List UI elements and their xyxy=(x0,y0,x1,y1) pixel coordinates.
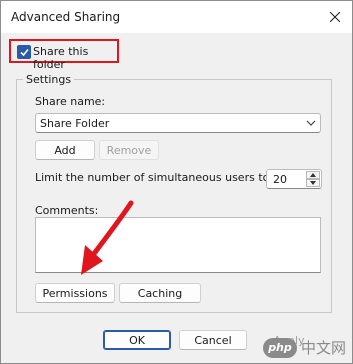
share-folder-checkbox[interactable] xyxy=(17,45,31,59)
share-name-select[interactable]: Share Folder xyxy=(35,113,321,133)
watermark-badge: php xyxy=(262,337,297,358)
spin-up-button[interactable] xyxy=(306,171,320,179)
checkmark-icon xyxy=(19,48,29,56)
watermark-text: 中文网 xyxy=(300,339,346,357)
title-bar: Advanced Sharing xyxy=(1,1,352,33)
limit-users-stepper[interactable]: 20 xyxy=(266,169,322,189)
spin-down-icon xyxy=(310,181,316,185)
remove-button-label: Remove xyxy=(106,143,152,157)
share-name-label: Share name: xyxy=(35,95,106,108)
permissions-button[interactable]: Permissions xyxy=(35,283,115,303)
limit-users-value: 20 xyxy=(273,173,287,186)
dialog-title: Advanced Sharing xyxy=(11,10,121,24)
share-folder-highlight: Share this folder xyxy=(9,39,119,71)
cancel-button[interactable]: Cancel xyxy=(179,330,247,350)
remove-button[interactable]: Remove xyxy=(99,140,159,160)
spin-up-icon xyxy=(310,173,316,177)
cancel-button-label: Cancel xyxy=(194,333,232,347)
php-watermark: php 中文网 xyxy=(262,337,346,358)
chevron-down-icon xyxy=(306,120,316,126)
ok-button-label: OK xyxy=(129,333,145,347)
ok-button[interactable]: OK xyxy=(103,330,171,350)
spin-down-button[interactable] xyxy=(306,179,320,187)
add-button[interactable]: Add xyxy=(35,140,95,160)
dialog-body: Share this folder Settings Share name: S… xyxy=(1,33,352,363)
share-folder-label[interactable]: Share this folder xyxy=(33,45,117,71)
share-name-value: Share Folder xyxy=(40,117,110,130)
close-icon xyxy=(330,12,340,22)
caching-button-label: Caching xyxy=(137,286,183,300)
advanced-sharing-dialog: Advanced Sharing Share this folder Setti… xyxy=(0,0,353,364)
close-button[interactable] xyxy=(322,5,348,29)
red-arrow-icon xyxy=(81,200,134,275)
caching-button[interactable]: Caching xyxy=(119,283,201,303)
limit-users-label: Limit the number of simultaneous users t… xyxy=(35,171,274,184)
add-button-label: Add xyxy=(54,143,76,157)
settings-group-label: Settings xyxy=(23,73,75,86)
permissions-button-label: Permissions xyxy=(42,286,108,300)
